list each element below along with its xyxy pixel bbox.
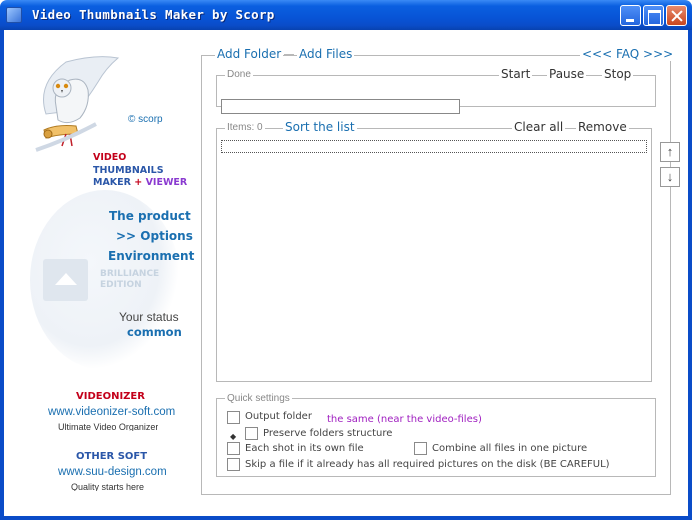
promo-videonizer-title: VIDEONIZER (76, 391, 145, 402)
combine-all-label: Combine all files in one picture (432, 443, 588, 454)
owl-logo-icon (35, 56, 120, 152)
copyright-label: © scorp (128, 114, 163, 125)
progress-status-label: Done (225, 69, 253, 80)
product-logo-text: VIDEO THUMBNAILS MAKER + VIEWER (93, 152, 187, 190)
output-folder-checkbox[interactable] (227, 411, 240, 424)
status-value: common (127, 325, 182, 339)
output-folder-label: Output folder (245, 411, 312, 422)
logo-line-viewer: VIEWER (145, 177, 188, 188)
skip-file-checkbox[interactable] (227, 458, 240, 471)
promo-other-soft-title: OTHER SOFT (76, 451, 148, 462)
close-button[interactable] (666, 5, 687, 26)
start-button[interactable]: Start (499, 67, 533, 81)
logo-line-thumbnails: THUMBNAILS (93, 164, 164, 176)
brilliance-edition-label: BRILLIANCE EDITION (100, 269, 160, 290)
nav-environment[interactable]: Environment (108, 249, 194, 263)
promo-suu-design-tagline: Quality starts here (71, 482, 145, 491)
window-title: Video Thumbnails Maker by Scorp (32, 7, 275, 22)
nav-the-product[interactable]: The product (109, 209, 191, 223)
skip-file-label: Skip a file if it already has all requir… (245, 459, 610, 470)
add-folder-button[interactable]: Add Folder (215, 47, 284, 61)
logo-plus: + (134, 177, 143, 188)
logo-line-maker: MAKER (93, 177, 131, 188)
status-label: Your status (119, 310, 179, 324)
stop-button[interactable]: Stop (602, 67, 634, 81)
window-border-left (0, 30, 4, 520)
quick-settings-label: Quick settings (225, 393, 292, 404)
brilliance-edition-icon (43, 259, 88, 301)
file-list[interactable] (216, 128, 652, 382)
sort-list-button[interactable]: Sort the list (283, 120, 357, 134)
clear-all-button[interactable]: Clear all (512, 120, 566, 134)
maximize-button[interactable] (643, 5, 664, 26)
each-shot-label: Each shot in its own file (245, 443, 364, 454)
minimize-button[interactable] (620, 5, 641, 26)
output-folder-value[interactable]: the same (near the video-files) (327, 414, 482, 425)
preserve-structure-label: Preserve folders structure (263, 428, 393, 439)
pause-button[interactable]: Pause (547, 67, 587, 81)
window-border-bottom (0, 516, 692, 520)
move-up-button[interactable]: ↑ (660, 142, 680, 162)
faq-link[interactable]: <<< FAQ >>> (580, 47, 676, 61)
promo-suu-design-link[interactable]: www.suu-design.com (58, 466, 167, 478)
progress-bar (221, 99, 460, 114)
logo-line-video: VIDEO (93, 152, 127, 163)
promo-videonizer-tagline: Ultimate Video Organizer (58, 422, 159, 431)
title-bar[interactable]: Video Thumbnails Maker by Scorp (0, 0, 692, 30)
separator (284, 54, 294, 55)
promo-videonizer-link[interactable]: www.videonizer-soft.com (48, 406, 175, 418)
each-shot-checkbox[interactable] (227, 442, 240, 455)
combine-all-checkbox[interactable] (414, 442, 427, 455)
window-border-right (688, 30, 692, 520)
nav-options[interactable]: >> Options (116, 229, 193, 243)
move-down-button[interactable]: ↓ (660, 167, 680, 187)
app-icon[interactable] (6, 7, 22, 23)
bullet-icon: ◆ (230, 432, 237, 441)
list-item[interactable] (221, 140, 647, 153)
items-count: Items: 0 (225, 122, 265, 133)
remove-button[interactable]: Remove (576, 120, 629, 134)
add-files-button[interactable]: Add Files (297, 47, 355, 61)
preserve-structure-checkbox[interactable] (245, 427, 258, 440)
